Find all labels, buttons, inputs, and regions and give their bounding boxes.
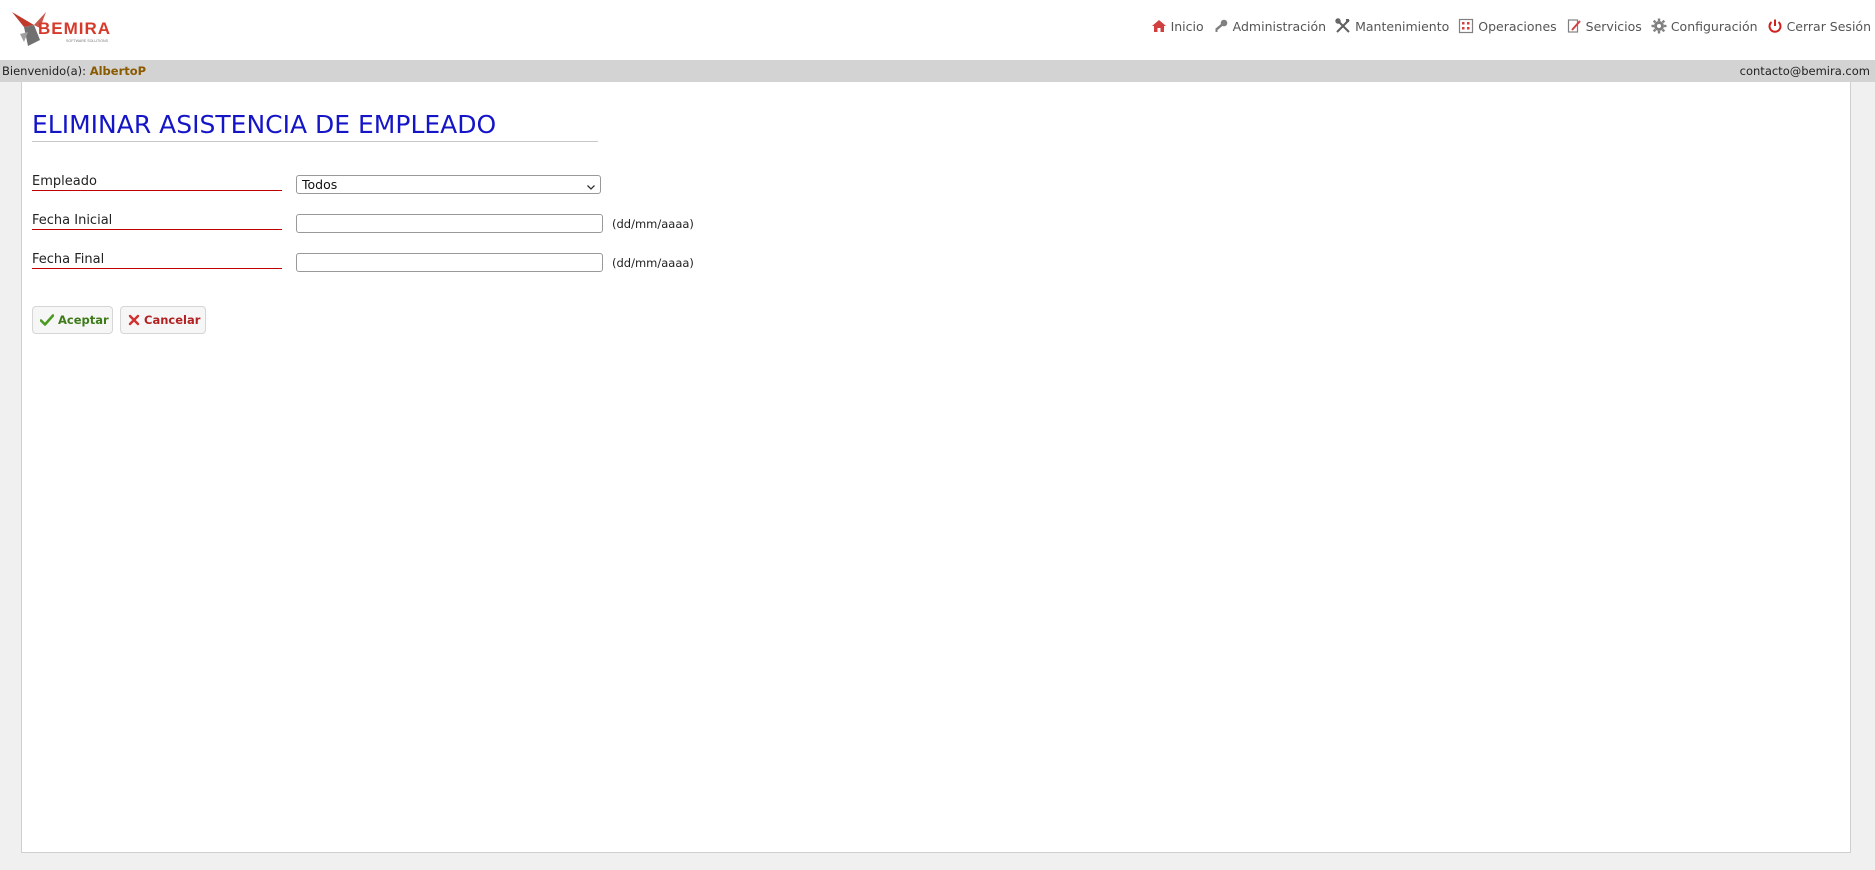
end-date-format-hint: (dd/mm/aaaa) [612,256,694,270]
cancel-button-label: Cancelar [144,313,201,327]
page-title: ELIMINAR ASISTENCIA DE EMPLEADO [32,110,598,142]
start-date-row: Fecha Inicial (dd/mm/aaaa) [32,213,712,237]
end-date-row: Fecha Final (dd/mm/aaaa) [32,252,712,276]
edit-document-icon [1566,18,1582,34]
chevron-down-icon [586,179,596,196]
nav-operaciones[interactable]: Operaciones [1458,18,1557,34]
main-nav: Inicio Administración Mantenimiento Oper… [1142,18,1871,34]
welcome-message: Bienvenido(a): AlbertoP [2,64,146,78]
contact-email: contacto@bemira.com [1739,64,1870,78]
logo-text: BEMIRA [38,19,111,38]
nav-cerrar-sesion[interactable]: Cerrar Sesión [1767,18,1871,34]
cancel-button[interactable]: Cancelar [120,306,206,334]
employee-label: Empleado [32,174,282,191]
grid-icon [1458,18,1474,34]
main-content: ELIMINAR ASISTENCIA DE EMPLEADO Empleado… [21,82,1851,853]
bemira-logo[interactable]: BEMIRA SOFTWARE SOLUTIONS [10,8,140,50]
accept-button-label: Aceptar [58,313,109,327]
power-icon [1767,18,1783,34]
app-header: BEMIRA SOFTWARE SOLUTIONS Inicio Adminis… [0,0,1875,60]
start-date-format-hint: (dd/mm/aaaa) [612,217,694,231]
nav-mantenimiento[interactable]: Mantenimiento [1335,18,1449,34]
nav-servicios[interactable]: Servicios [1566,18,1642,34]
logo-tagline: SOFTWARE SOLUTIONS [66,39,109,43]
nav-configuracion-label: Configuración [1670,18,1758,34]
nav-operaciones-label: Operaciones [1478,18,1557,34]
check-icon [40,314,54,326]
nav-cerrar-sesion-label: Cerrar Sesión [1786,18,1871,34]
home-icon [1151,18,1167,34]
close-icon [128,314,140,326]
accept-button[interactable]: Aceptar [32,306,113,334]
nav-inicio-label: Inicio [1170,18,1204,34]
key-icon [1213,18,1229,34]
welcome-bar: Bienvenido(a): AlbertoP contacto@bemira.… [0,60,1875,82]
end-date-label: Fecha Final [32,252,282,269]
nav-configuracion[interactable]: Configuración [1651,18,1758,34]
end-date-input[interactable] [296,253,603,272]
start-date-input[interactable] [296,214,603,233]
bemira-logo-graphic: BEMIRA SOFTWARE SOLUTIONS [12,12,111,46]
nav-inicio[interactable]: Inicio [1151,18,1204,34]
employee-select-value: Todos [302,177,338,192]
employee-row: Empleado Todos [32,174,712,198]
nav-administracion-label: Administración [1232,18,1327,34]
welcome-prefix: Bienvenido(a): [2,64,87,78]
nav-mantenimiento-label: Mantenimiento [1355,18,1450,34]
welcome-username: AlbertoP [89,64,147,78]
employee-select[interactable]: Todos [296,175,601,194]
start-date-label: Fecha Inicial [32,213,282,230]
nav-administracion[interactable]: Administración [1213,18,1326,34]
gear-icon [1651,18,1667,34]
tools-icon [1335,18,1351,34]
nav-servicios-label: Servicios [1585,18,1642,34]
